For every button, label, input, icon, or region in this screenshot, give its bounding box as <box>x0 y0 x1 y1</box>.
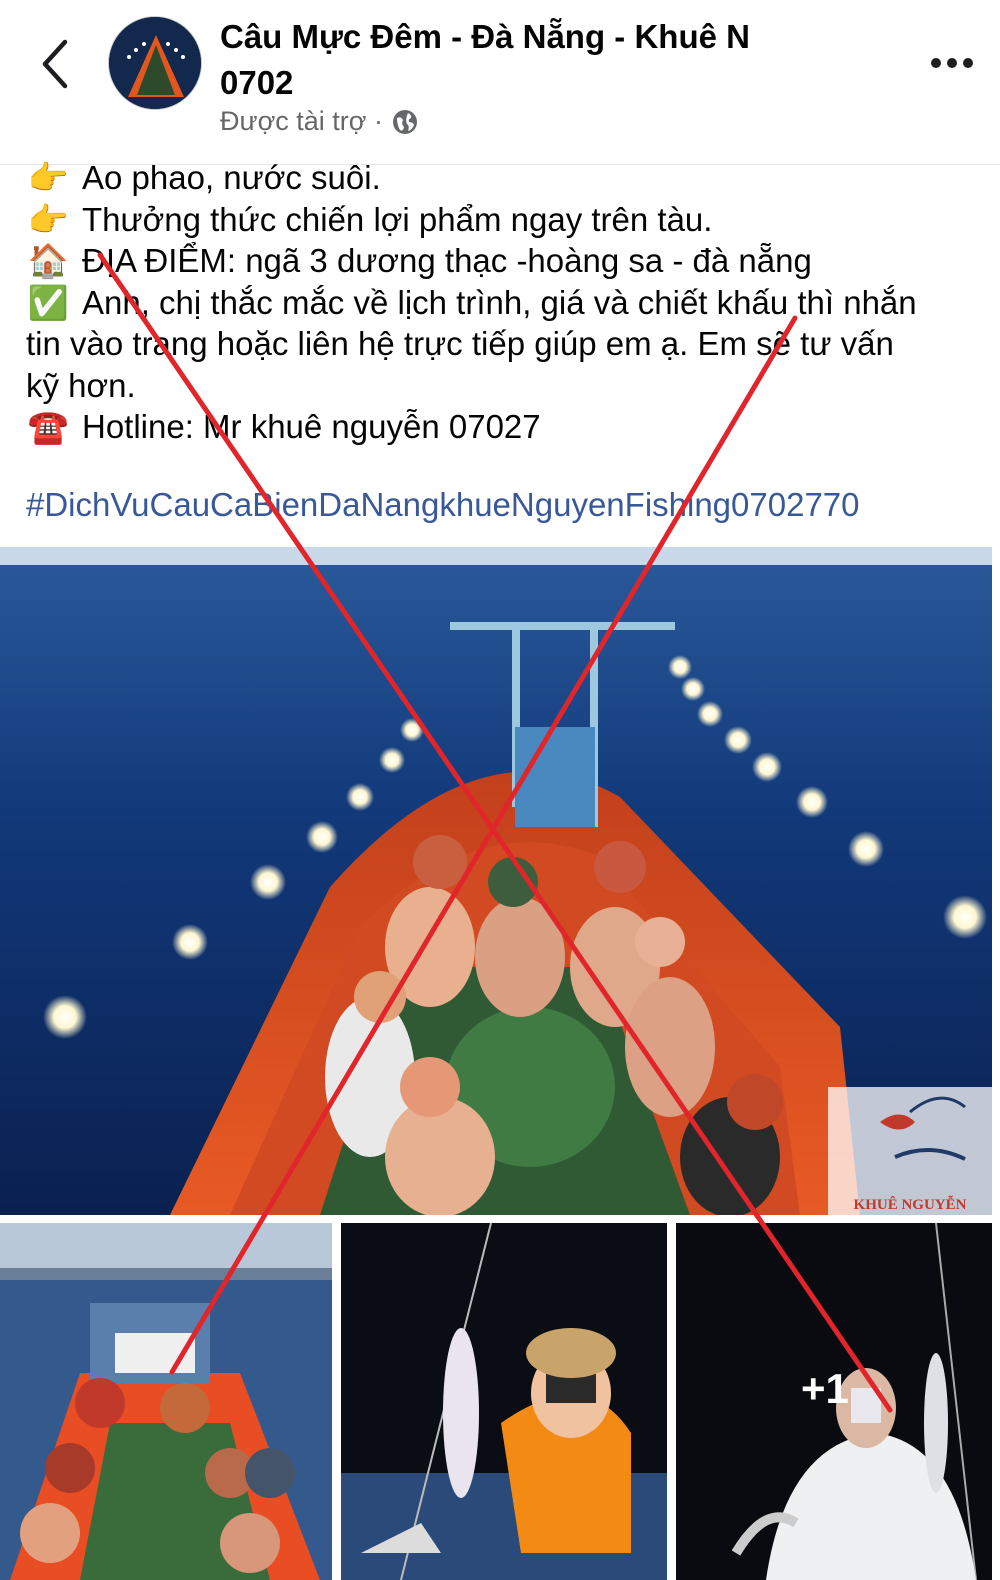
post-line-text: Thưởng thức chiến lợi phẩm ngay trên tàu… <box>82 200 713 238</box>
page-phone[interactable]: 0702 <box>220 60 293 105</box>
globe-icon <box>393 109 417 134</box>
page-avatar[interactable] <box>108 16 202 110</box>
hashtag-link[interactable]: #DichVuCauCaBienDaNangkhueNguyenFishing0… <box>26 486 976 524</box>
check-mark-icon: ✅ <box>27 283 69 321</box>
post-line-text: kỹ hơn. <box>26 366 136 404</box>
more-photos-count: +1 <box>801 1365 849 1412</box>
telephone-icon: ☎️ <box>27 408 69 445</box>
post-line: 👉 Ao phao, nước suôi. <box>26 157 986 199</box>
post-line-text: ĐỊA ĐIỂM: ngã 3 dương thạc -hoàng sa - đ… <box>82 242 812 279</box>
post-line: kỹ hơn. <box>26 365 986 407</box>
post-line-text: Anh, chị thắc mắc về lịch trình, giá và … <box>82 283 917 321</box>
post-header: Câu Mực Đêm - Đà Nẵng - Khuê N 0702 Được… <box>0 0 1000 165</box>
photo-thumbnail[interactable] <box>0 1223 332 1580</box>
post-body: 👉 Ao phao, nước suôi. 👉 Thưởng thức chiến … <box>26 157 986 448</box>
pointing-hand-icon: 👉 <box>27 159 69 196</box>
post-line-text: Ao phao, nước suôi. <box>82 159 381 196</box>
photo-thumbnail[interactable] <box>341 1223 667 1580</box>
post-line: 👉 Thưởng thức chiến lợi phẩm ngay trên tà… <box>26 199 986 241</box>
post-line: ☎️ Hotline: Mr khuê nguyễn 07027 <box>26 406 986 448</box>
watermark-text: KHUÊ NGUYỄN <box>854 1195 967 1213</box>
main-photo[interactable]: KHUÊ NGUYỄN <box>0 547 992 1215</box>
photo-thumbnail[interactable]: +1 <box>676 1223 992 1580</box>
house-icon: 🏠 <box>27 242 69 279</box>
sponsored-label: Được tài trợ · <box>220 106 419 137</box>
page-name[interactable]: Câu Mực Đêm - Đà Nẵng - Khuê N <box>220 14 900 59</box>
post-line: 🏠 ĐỊA ĐIỂM: ngã 3 dương thạc -hoàng sa - … <box>26 240 986 282</box>
post-line: ✅ Anh, chị thắc mắc về lịch trình, giá và… <box>26 282 986 324</box>
chevron-left-icon <box>42 39 68 89</box>
pointing-hand-icon: 👉 <box>27 200 69 238</box>
sponsored-text: Được tài trợ · <box>220 106 383 136</box>
post-line-text: Hotline: Mr khuê nguyễn 07027 <box>82 408 541 445</box>
post-line: tin vào trang hoặc liên hệ trực tiếp giú… <box>26 323 986 365</box>
post-line-text: tin vào trang hoặc liên hệ trực tiếp giú… <box>26 325 894 362</box>
more-dots-icon <box>931 58 941 68</box>
more-options-button[interactable] <box>922 46 982 80</box>
back-button[interactable] <box>30 36 80 92</box>
